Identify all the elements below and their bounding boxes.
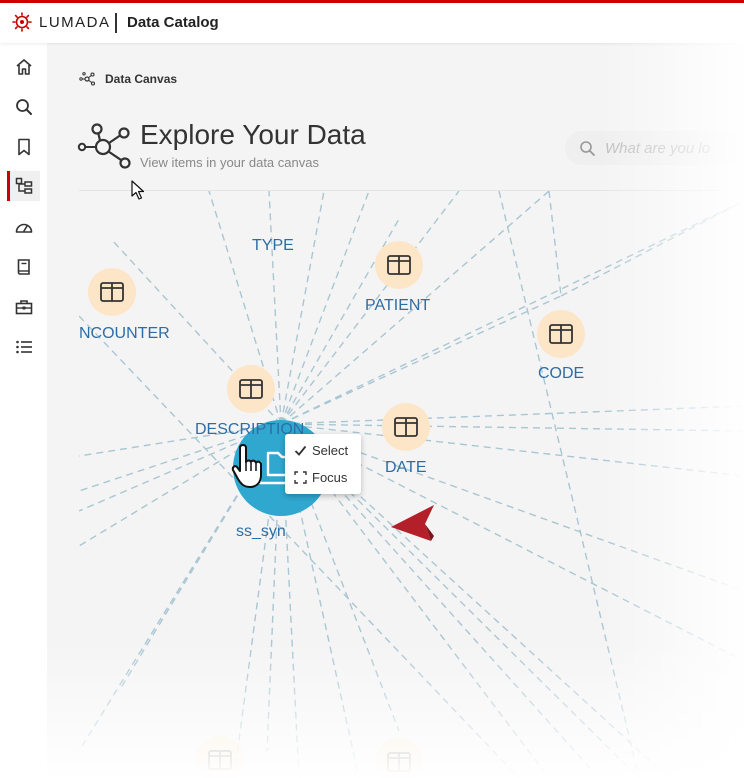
- focus-label: Focus: [312, 469, 348, 485]
- lumada-logo-icon: [12, 12, 32, 32]
- search-box[interactable]: [565, 131, 744, 165]
- table-node-code[interactable]: CODE: [537, 310, 585, 382]
- page-title: Explore Your Data: [140, 119, 366, 150]
- context-menu-select[interactable]: Select: [285, 437, 361, 463]
- pointer-cursor-icon: [131, 180, 145, 200]
- sidebar-item-glossary[interactable]: [8, 252, 40, 282]
- sidebar-item-search[interactable]: [8, 92, 40, 122]
- search-icon: [16, 99, 32, 115]
- table-node-description[interactable]: [227, 365, 275, 413]
- callout-arrow: [391, 505, 434, 541]
- sidebar-item-home[interactable]: [8, 52, 40, 82]
- breadcrumb-label: Data Canvas: [105, 72, 178, 86]
- table-node-encounter[interactable]: NCOUNTER: [79, 268, 170, 342]
- sidebar-item-tools[interactable]: [8, 292, 40, 322]
- node-context-menu: Select Focus: [285, 434, 361, 494]
- table-node-patient[interactable]: PATIENT: [365, 241, 430, 314]
- toolbox-icon: [15, 300, 33, 315]
- search-icon: [580, 141, 595, 156]
- brand-name: LUMADA: [39, 13, 111, 31]
- context-menu-focus[interactable]: Focus: [285, 464, 361, 490]
- sidebar-item-list[interactable]: [8, 332, 40, 362]
- book-icon: [17, 259, 30, 275]
- node-label-date: DATE: [385, 459, 426, 476]
- page-subtitle: View items in your data canvas: [140, 155, 319, 170]
- data-canvas-graph[interactable]: NCOUNTER TYPE PATIENT CODE DATE ss_syn D…: [79, 191, 744, 778]
- app-header: LUMADA Data Catalog: [0, 3, 744, 43]
- select-label: Select: [312, 442, 349, 458]
- check-icon: [294, 445, 307, 456]
- breadcrumb[interactable]: Data Canvas: [79, 72, 177, 86]
- dashboard-icon: [15, 223, 33, 233]
- data-canvas-breadcrumb-icon: [79, 72, 96, 86]
- node-label-type: TYPE: [252, 237, 294, 254]
- lumada-logo[interactable]: LUMADA: [12, 12, 111, 32]
- table-node-bottom-left[interactable]: [196, 736, 244, 778]
- sidebar-item-data-canvas[interactable]: [7, 171, 40, 201]
- sidebar-item-dashboard[interactable]: [8, 212, 40, 242]
- node-label-code: CODE: [538, 365, 584, 382]
- search-input[interactable]: [603, 139, 737, 158]
- sidebar: [0, 43, 48, 778]
- app-title: Data Catalog: [127, 14, 219, 31]
- home-icon: [16, 59, 32, 75]
- node-label-encounter: NCOUNTER: [79, 325, 170, 342]
- data-canvas-icon: [15, 177, 33, 194]
- sidebar-item-bookmarks[interactable]: [8, 132, 40, 162]
- hand-cursor-icon: [231, 444, 262, 488]
- bookmark-icon: [18, 138, 30, 156]
- focus-icon: [294, 470, 307, 484]
- main-content: Data Canvas Explore Your Data View items…: [47, 43, 744, 778]
- list-icon: [16, 340, 32, 354]
- table-node-bottom-center[interactable]: [375, 738, 423, 778]
- header-divider: [115, 13, 117, 33]
- center-node-label: ss_syn: [236, 523, 286, 540]
- node-label-patient: PATIENT: [365, 297, 430, 314]
- explore-data-icon: [77, 123, 131, 169]
- table-node-date[interactable]: DATE: [382, 403, 430, 476]
